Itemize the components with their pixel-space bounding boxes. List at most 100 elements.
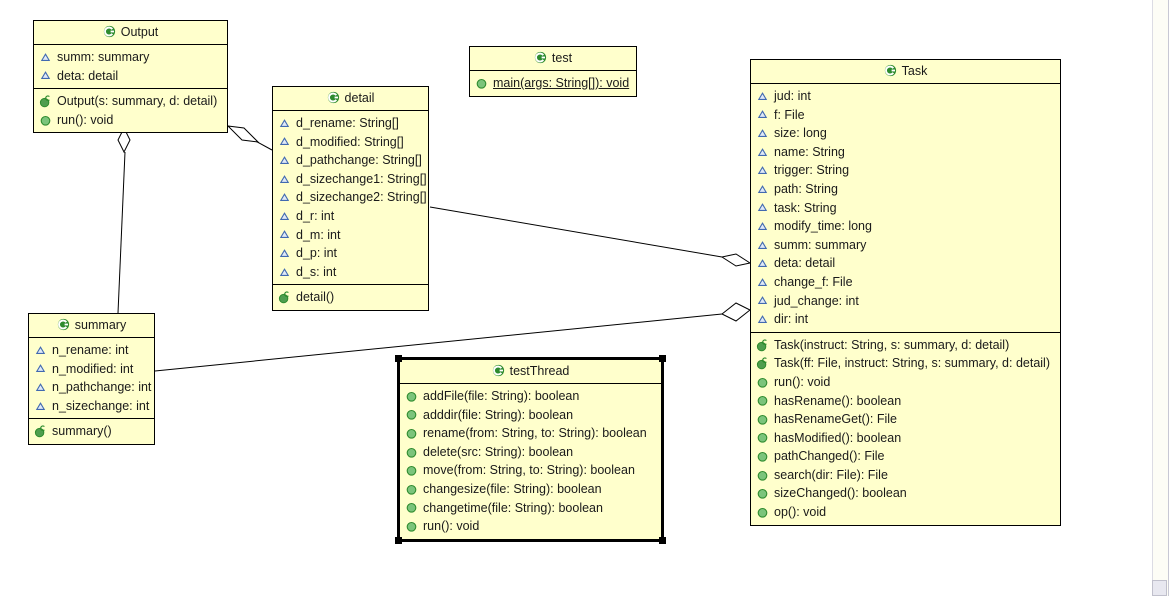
class-header[interactable]: Task	[751, 60, 1060, 84]
selection-edge-top[interactable]	[399, 357, 662, 360]
class-icon	[327, 91, 340, 104]
class-attribute-row[interactable]: summ: summary	[39, 48, 223, 67]
class-attribute-row[interactable]: n_rename: int	[34, 341, 150, 360]
class-header[interactable]: summary	[29, 314, 154, 338]
selection-handle-bl[interactable]	[395, 537, 402, 544]
class-header[interactable]: testThread	[400, 360, 661, 384]
class-attribute-row[interactable]: dir: int	[756, 310, 1056, 329]
attribute-label: size: long	[774, 126, 827, 141]
class-box-output[interactable]: Output summ: summary deta: detail Output(s:…	[33, 20, 228, 134]
class-method-row[interactable]: main(args: String[]): void	[475, 74, 632, 93]
method-label: move(from: String, to: String): boolean	[423, 463, 635, 478]
class-attribute-row[interactable]: summ: summary	[756, 236, 1056, 255]
method-label: run(): void	[774, 374, 831, 389]
selection-handle-tl[interactable]	[395, 355, 402, 362]
method-icon	[405, 520, 418, 533]
class-box-test[interactable]: test main(args: String[]): void	[469, 46, 637, 97]
class-attribute-row[interactable]: path: String	[756, 180, 1056, 199]
class-header[interactable]: detail	[273, 87, 428, 111]
class-attribute-row[interactable]: modify_time: long	[756, 217, 1056, 236]
class-method-row[interactable]: rename(from: String, to: String): boolea…	[405, 424, 657, 443]
relationship-output-summary[interactable]	[117, 126, 131, 314]
relationship-task-detail[interactable]	[429, 206, 752, 267]
method-icon	[756, 487, 769, 500]
class-method-row[interactable]: pathChanged(): File	[756, 447, 1056, 466]
class-attribute-row[interactable]: d_sizechange2: String[]	[278, 188, 427, 207]
attribute-icon	[39, 51, 52, 64]
right-scrollbar-strip[interactable]	[1152, 0, 1169, 596]
class-icon	[103, 25, 116, 38]
class-method-row[interactable]: hasRenameGet(): File	[756, 410, 1056, 429]
class-method-row[interactable]: hasRename(): boolean	[756, 392, 1056, 411]
attributes-compartment: d_rename: String[] d_modified: String[] d_…	[273, 111, 428, 284]
class-box-testthread[interactable]: testThread addFile(file: String): boolean…	[399, 359, 662, 540]
class-attribute-row[interactable]: n_pathchange: int	[34, 378, 151, 397]
class-attribute-row[interactable]: task: String	[756, 199, 1056, 218]
relationship-output-detail[interactable]	[226, 125, 273, 151]
constructor-icon	[39, 95, 52, 108]
class-method-row[interactable]: run(): void	[756, 373, 1056, 392]
class-box-task[interactable]: Task jud: int f: File size: long name: Strin…	[750, 59, 1061, 526]
class-attribute-row[interactable]: d_rename: String[]	[278, 114, 424, 133]
scrollbar-thumb[interactable]	[1152, 580, 1167, 596]
class-method-row[interactable]: search(dir: File): File	[756, 466, 1056, 485]
methods-compartment: detail()	[273, 284, 428, 310]
attribute-label: task: String	[774, 200, 837, 215]
class-method-row[interactable]: Task(ff: File, instruct: String, s: summ…	[756, 354, 1056, 373]
selection-handle-tr[interactable]	[659, 355, 666, 362]
class-header[interactable]: Output	[34, 21, 227, 45]
class-box-detail[interactable]: detail d_rename: String[] d_modified: Stri…	[272, 86, 429, 311]
class-attribute-row[interactable]: d_s: int	[278, 263, 424, 282]
attribute-label: change_f: File	[774, 274, 853, 289]
class-method-row[interactable]: changesize(file: String): boolean	[405, 480, 657, 499]
attribute-label: n_rename: int	[52, 343, 129, 357]
class-method-row[interactable]: summary()	[34, 422, 150, 441]
class-attribute-row[interactable]: jud: int	[756, 87, 1056, 106]
class-attribute-row[interactable]: f: File	[756, 106, 1056, 125]
class-method-row[interactable]: run(): void	[405, 517, 657, 536]
selection-edge-left[interactable]	[397, 359, 400, 540]
class-method-row[interactable]: detail()	[278, 288, 424, 307]
attribute-label: jud_change: int	[774, 293, 859, 308]
class-attribute-row[interactable]: d_sizechange1: String[]	[278, 170, 427, 189]
class-attribute-row[interactable]: jud_change: int	[756, 292, 1056, 311]
class-box-summary[interactable]: summary n_rename: int n_modified: int n_pat…	[28, 313, 155, 445]
class-method-row[interactable]: run(): void	[39, 111, 223, 130]
attribute-icon	[756, 108, 769, 121]
class-method-row[interactable]: hasModified(): boolean	[756, 429, 1056, 448]
class-method-row[interactable]: op(): void	[756, 503, 1056, 522]
selection-edge-right[interactable]	[661, 359, 664, 540]
class-method-row[interactable]: changetime(file: String): boolean	[405, 499, 657, 518]
class-attribute-row[interactable]: d_modified: String[]	[278, 133, 424, 152]
attributes-compartment: jud: int f: File size: long name: String tri…	[751, 84, 1060, 332]
attribute-icon	[756, 294, 769, 307]
class-name: summary	[74, 318, 127, 332]
attribute-icon	[278, 210, 291, 223]
class-method-row[interactable]: delete(src: String): boolean	[405, 443, 657, 462]
class-attribute-row[interactable]: d_m: int	[278, 226, 424, 245]
class-attribute-row[interactable]: n_modified: int	[34, 360, 150, 379]
class-method-row[interactable]: move(from: String, to: String): boolean	[405, 461, 657, 480]
class-attribute-row[interactable]: d_p: int	[278, 244, 424, 263]
method-label: hasRenameGet(): File	[774, 412, 897, 427]
class-attribute-row[interactable]: name: String	[756, 143, 1056, 162]
class-method-row[interactable]: Output(s: summary, d: detail)	[39, 92, 223, 111]
class-header[interactable]: test	[470, 47, 636, 71]
selection-handle-br[interactable]	[659, 537, 666, 544]
selection-edge-bottom[interactable]	[399, 539, 662, 542]
class-method-row[interactable]: adddir(file: String): boolean	[405, 406, 657, 425]
attribute-icon	[756, 146, 769, 159]
class-method-row[interactable]: sizeChanged(): boolean	[756, 484, 1056, 503]
class-attribute-row[interactable]: n_sizechange: int	[34, 397, 150, 416]
class-attribute-row[interactable]: deta: detail	[39, 67, 223, 86]
method-icon	[405, 483, 418, 496]
class-attribute-row[interactable]: trigger: String	[756, 161, 1056, 180]
class-attribute-row[interactable]: change_f: File	[756, 273, 1056, 292]
class-attribute-row[interactable]: size: long	[756, 124, 1056, 143]
class-icon	[492, 364, 505, 377]
class-method-row[interactable]: addFile(file: String): boolean	[405, 387, 657, 406]
class-attribute-row[interactable]: deta: detail	[756, 254, 1056, 273]
class-method-row[interactable]: Task(instruct: String, s: summary, d: de…	[756, 336, 1056, 355]
class-attribute-row[interactable]: d_pathchange: String[]	[278, 151, 424, 170]
class-attribute-row[interactable]: d_r: int	[278, 207, 424, 226]
